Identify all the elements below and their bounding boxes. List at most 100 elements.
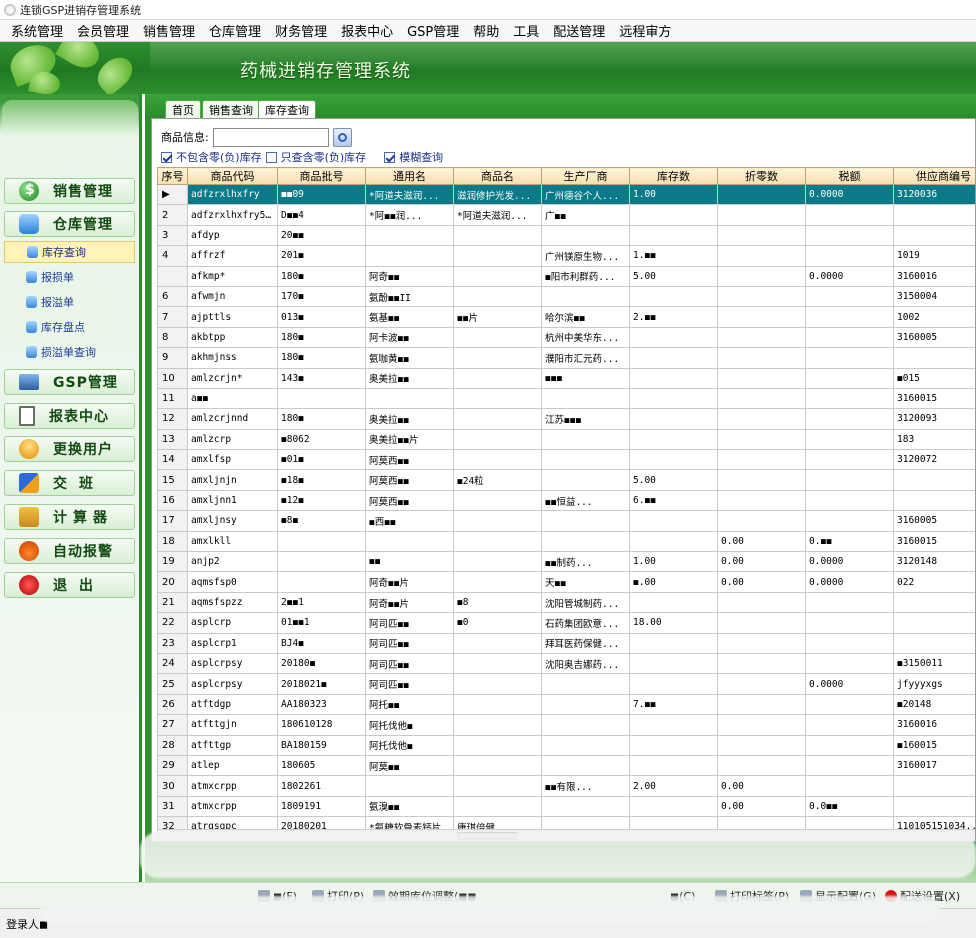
table-cell[interactable] xyxy=(893,591,975,614)
table-cell[interactable] xyxy=(717,285,806,308)
table-cell[interactable]: 3160016 xyxy=(893,265,975,287)
table-cell[interactable]: ajpttls xyxy=(187,306,278,328)
search-input[interactable] xyxy=(212,127,329,147)
table-cell[interactable] xyxy=(717,408,806,430)
table-row[interactable]: 12 amlzcrjnnd 180◼ 奥美拉◼◼ 江苏◼◼◼ 3120093 xyxy=(157,408,975,430)
table-cell[interactable]: 天◼◼ xyxy=(541,571,630,593)
row-number-cell[interactable]: 22 xyxy=(157,612,188,634)
table-cell[interactable] xyxy=(453,551,542,573)
table-cell[interactable]: 3160016 xyxy=(893,714,975,736)
table-row[interactable]: 26 atftdgp AA180323 阿托◼◼ 7.◼◼ ◼20148 xyxy=(157,693,975,716)
table-cell[interactable]: *阿道夫滋润... xyxy=(365,183,454,206)
table-cell[interactable] xyxy=(717,449,806,471)
table-cell[interactable] xyxy=(805,734,894,756)
table-cell[interactable] xyxy=(629,347,718,369)
row-number-cell[interactable]: 17 xyxy=(157,510,188,532)
table-cell[interactable]: 3160005 xyxy=(893,510,975,532)
table-cell[interactable]: 阿奇◼◼ xyxy=(365,265,454,287)
search-button[interactable] xyxy=(332,127,352,147)
table-cell[interactable] xyxy=(541,754,630,777)
menu-system[interactable]: 系统管理 xyxy=(4,21,70,40)
table-cell[interactable] xyxy=(717,510,806,532)
table-cell[interactable]: 阿莫西◼◼ xyxy=(365,449,454,471)
table-row[interactable]: 14 amxlfsp ◼01◼ 阿莫西◼◼ 3120072 xyxy=(157,449,975,471)
table-cell[interactable]: ◼西◼◼ xyxy=(365,510,454,532)
table-row[interactable]: 31 atmxcrpp 1809191 氨溴◼◼ 0.00 0.0◼◼ xyxy=(157,795,975,818)
table-cell[interactable]: afkmp* xyxy=(187,265,278,287)
table-cell[interactable]: 阿托伐他◼ xyxy=(365,714,454,736)
sidebar-btn-warehouse[interactable]: 仓库管理 xyxy=(4,211,135,237)
table-cell[interactable] xyxy=(453,449,542,471)
table-row[interactable]: 8 akbtpp 180◼ 阿卡波◼◼ 杭州中美华东... 3160005 xyxy=(157,326,975,349)
table-cell[interactable] xyxy=(805,489,894,512)
table-cell[interactable] xyxy=(453,714,542,736)
table-cell[interactable]: ◼8062 xyxy=(277,428,366,451)
table-row[interactable]: 27 atfttgjn 180610128 阿托伐他◼ 3160016 xyxy=(157,714,975,736)
table-cell[interactable] xyxy=(453,245,542,267)
row-number-cell[interactable]: 25 xyxy=(157,673,188,695)
row-number-cell[interactable]: 2 xyxy=(157,204,188,226)
table-cell[interactable]: 2.00 xyxy=(629,775,718,797)
table-cell[interactable]: 5.00 xyxy=(629,469,718,491)
row-number-cell[interactable]: 19 xyxy=(157,551,188,573)
table-cell[interactable]: ◼◼制药... xyxy=(541,551,630,573)
sidebar-sub-stock-query[interactable]: 库存查询 xyxy=(4,241,135,263)
table-cell[interactable] xyxy=(453,775,542,797)
table-cell[interactable]: adfzrxlhxfry500 xyxy=(187,204,278,226)
sidebar-btn-auto-alarm[interactable]: 自动报警 xyxy=(4,538,135,564)
table-cell[interactable]: 奥美拉◼◼片 xyxy=(365,428,454,451)
table-cell[interactable]: 170◼ xyxy=(277,285,366,308)
table-cell[interactable]: 江苏◼◼◼ xyxy=(541,408,630,430)
table-cell[interactable]: 0.0000 xyxy=(805,183,894,206)
table-cell[interactable] xyxy=(541,714,630,736)
table-row[interactable]: 15 amxljnjn ◼18◼ 阿莫西◼◼ ◼24粒 5.00 xyxy=(157,469,975,491)
sidebar-sub-overflow-report[interactable]: 报溢单 xyxy=(4,291,135,313)
table-cell[interactable] xyxy=(717,734,806,756)
table-cell[interactable] xyxy=(717,245,806,267)
table-cell[interactable] xyxy=(453,673,542,695)
table-cell[interactable]: ◼8 xyxy=(453,591,542,614)
table-row[interactable]: 16 amxljnn1 ◼12◼ 阿莫西◼◼ ◼◼恒益... 6.◼◼ xyxy=(157,489,975,512)
table-cell[interactable]: 1019 xyxy=(893,245,975,267)
table-cell[interactable]: 阿托◼◼ xyxy=(365,693,454,716)
table-cell[interactable]: asplcrp xyxy=(187,612,278,634)
table-cell[interactable]: 0.00 xyxy=(717,551,806,573)
table-cell[interactable]: amlzcrjn* xyxy=(187,367,278,389)
column-header[interactable]: 通用名 xyxy=(365,167,454,185)
row-number-cell[interactable]: 3 xyxy=(157,224,188,247)
table-cell[interactable] xyxy=(893,795,975,818)
row-number-cell[interactable]: 20 xyxy=(157,571,188,593)
row-number-cell[interactable]: 31 xyxy=(157,795,188,818)
fuzzy-checkbox[interactable] xyxy=(384,151,396,163)
table-cell[interactable]: 阿司匹◼◼ xyxy=(365,612,454,634)
table-cell[interactable]: 3160017 xyxy=(893,754,975,777)
table-cell[interactable]: ◼阳市利群药... xyxy=(541,265,630,287)
table-cell[interactable] xyxy=(805,347,894,369)
row-number-cell[interactable]: 23 xyxy=(157,632,188,654)
table-cell[interactable]: 阿莫◼◼ xyxy=(365,754,454,777)
table-cell[interactable] xyxy=(805,285,894,308)
table-cell[interactable]: 0.0000 xyxy=(805,673,894,695)
table-cell[interactable] xyxy=(629,530,718,553)
table-row[interactable]: 3 afdyp 20◼◼ xyxy=(157,224,975,247)
row-number-cell[interactable]: 15 xyxy=(157,469,188,491)
table-cell[interactable]: ◼◼ xyxy=(365,551,454,573)
table-cell[interactable] xyxy=(717,591,806,614)
table-cell[interactable]: 哈尔滨◼◼ xyxy=(541,306,630,328)
only-zero-checkbox[interactable] xyxy=(265,151,277,163)
table-cell[interactable]: 阿奇◼◼片 xyxy=(365,591,454,614)
table-row[interactable]: 2 adfzrxlhxfry500 D◼◼4 *阿◼◼润... *阿道夫滋润... 广◼◼ xyxy=(157,204,975,226)
table-cell[interactable]: 6.◼◼ xyxy=(629,489,718,512)
table-cell[interactable] xyxy=(541,285,630,308)
table-cell[interactable] xyxy=(805,652,894,675)
table-cell[interactable] xyxy=(805,408,894,430)
menu-finance[interactable]: 财务管理 xyxy=(268,21,334,40)
column-header[interactable]: 生产厂商 xyxy=(541,167,630,185)
table-cell[interactable]: atfttgjn xyxy=(187,714,278,736)
menu-reports[interactable]: 报表中心 xyxy=(334,21,400,40)
table-cell[interactable] xyxy=(717,387,806,410)
table-cell[interactable]: 0.00 xyxy=(717,530,806,553)
table-cell[interactable]: adfzrxlhxfry xyxy=(187,183,278,206)
table-cell[interactable] xyxy=(717,306,806,328)
row-number-cell[interactable]: 16 xyxy=(157,489,188,512)
